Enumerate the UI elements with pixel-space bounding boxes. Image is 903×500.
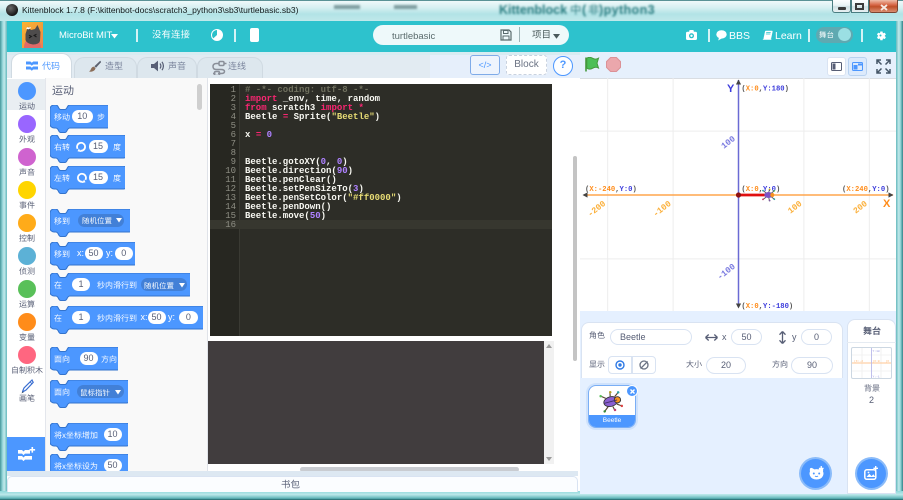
svg-text:(X:-2: (X:-2 xyxy=(854,359,863,363)
svg-text:Y:18: Y:18 xyxy=(873,350,880,353)
svg-text:200: 200 xyxy=(851,199,869,216)
svg-text:(X:0,Y:-180): (X:0,Y:-180) xyxy=(741,303,793,311)
svg-text:X: X xyxy=(883,198,891,210)
svg-text:Y:-1: Y:-1 xyxy=(873,376,880,379)
svg-text:-100: -100 xyxy=(651,199,673,219)
svg-text:(X:0: (X:0 xyxy=(873,359,880,363)
svg-text:(X:240,Y:0): (X:240,Y:0) xyxy=(842,186,890,194)
svg-text:-100: -100 xyxy=(715,262,737,282)
svg-text:-200: -200 xyxy=(586,199,608,219)
svg-text:100: 100 xyxy=(786,199,804,216)
svg-text:(X:-240,Y:0): (X:-240,Y:0) xyxy=(585,186,637,194)
svg-text:Y: Y xyxy=(727,83,735,95)
svg-text:(X: (X xyxy=(886,359,890,363)
svg-text:(X:0,Y:180): (X:0,Y:180) xyxy=(741,86,789,94)
svg-text:100: 100 xyxy=(719,134,737,151)
